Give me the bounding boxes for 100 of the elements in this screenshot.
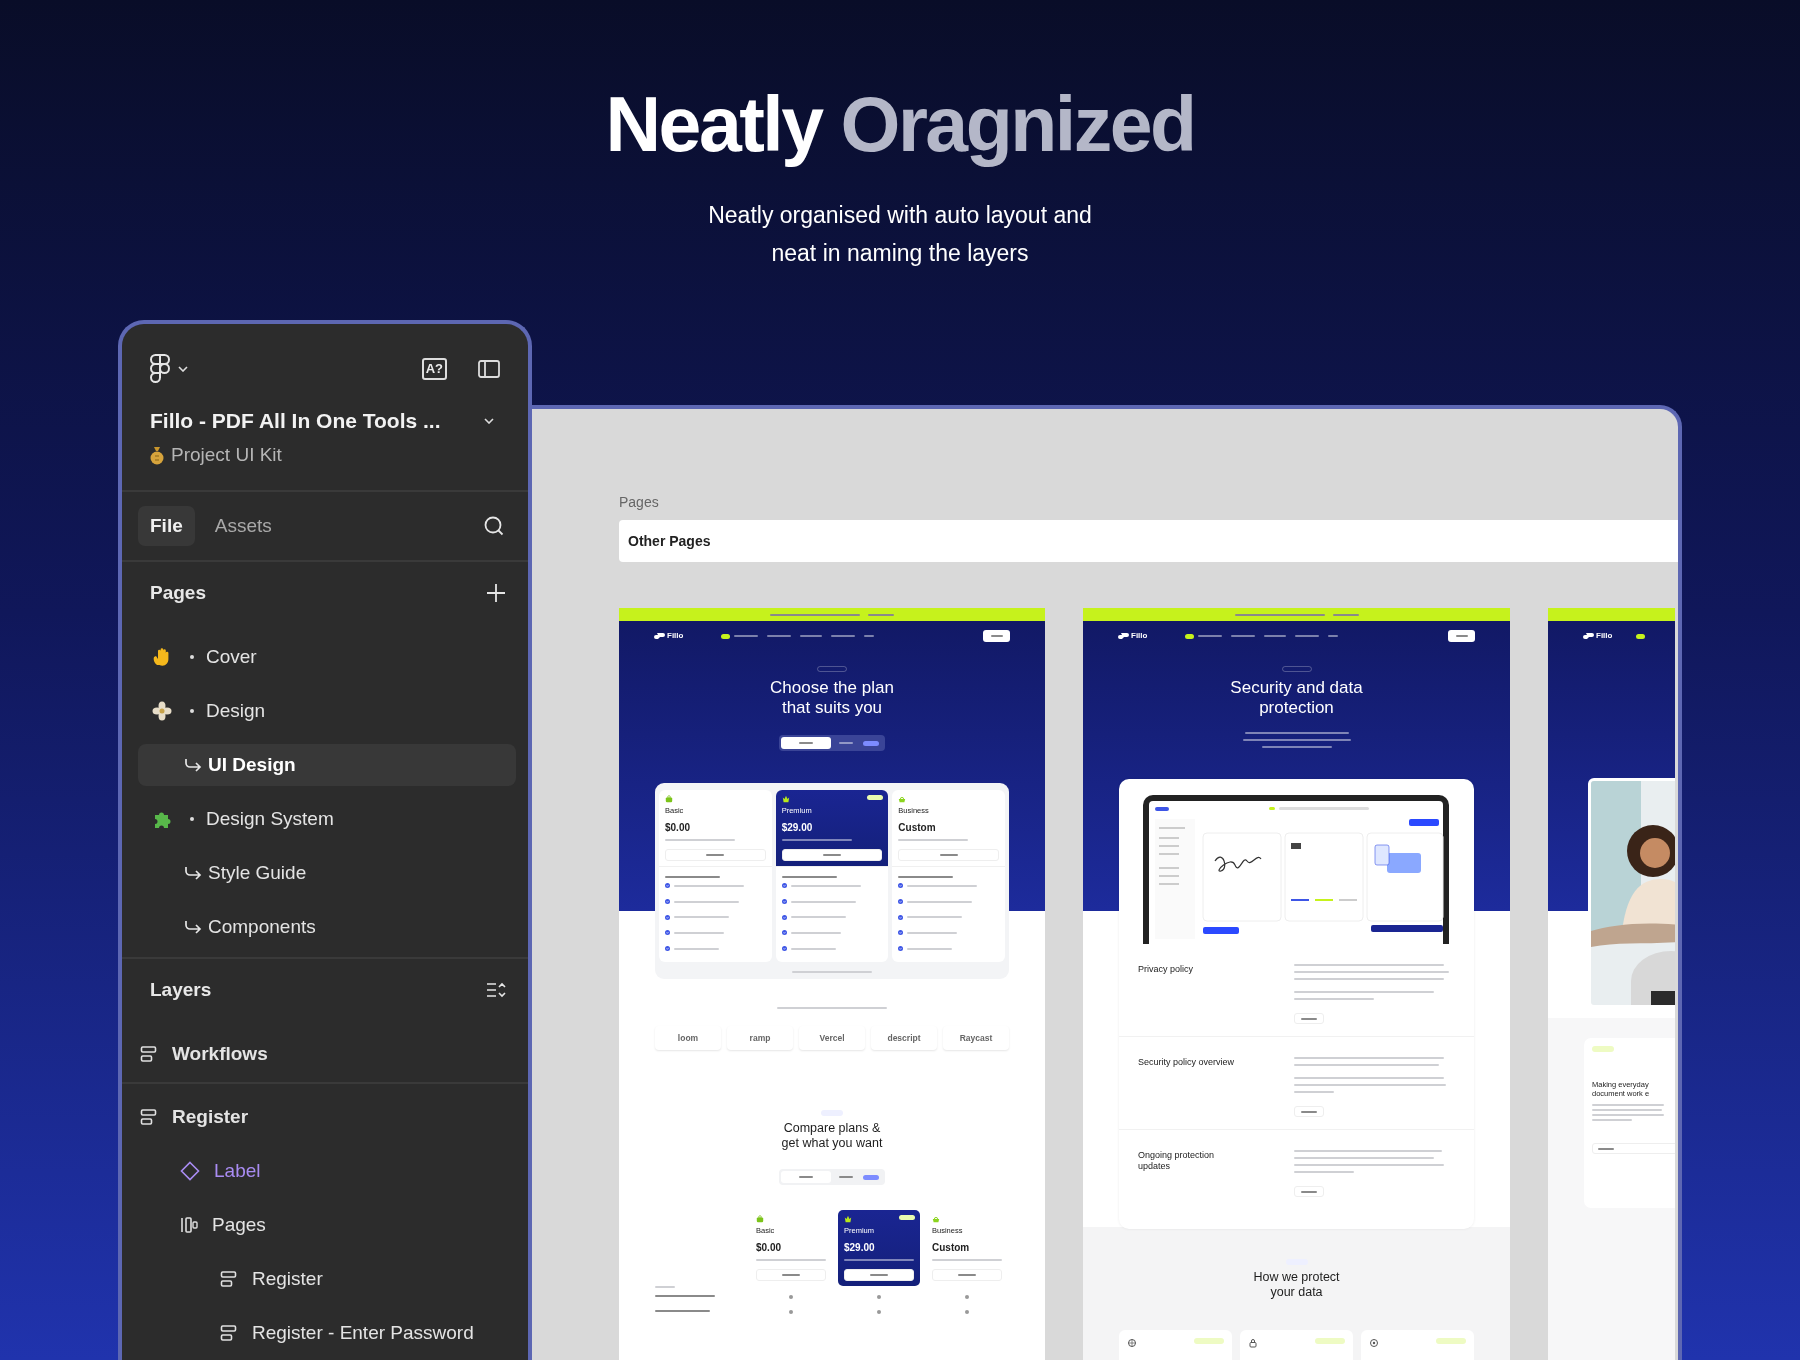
text-line: [665, 876, 720, 878]
text-line: [800, 635, 823, 637]
dot-icon: [190, 709, 194, 713]
layer-item[interactable]: Pages: [138, 1204, 516, 1246]
file-title: Fillo - PDF All In One Tools ...: [150, 408, 441, 434]
layer-item[interactable]: Label: [138, 1150, 516, 1192]
brand-name: Fillo: [1596, 630, 1613, 642]
text-line: [799, 742, 813, 744]
money-bag-icon: [150, 445, 164, 465]
check-icon: [781, 946, 787, 952]
ai-button[interactable]: A?: [421, 358, 447, 380]
plan-button[interactable]: [781, 849, 883, 861]
panel-tab[interactable]: Assets: [202, 506, 284, 546]
flower-icon: [152, 701, 172, 721]
page-item[interactable]: Style Guide: [138, 852, 516, 894]
included-dot: [877, 1309, 881, 1314]
text-line: [655, 1309, 710, 1312]
read-more-button[interactable]: [1294, 1013, 1324, 1024]
new-badge: [1185, 633, 1195, 639]
plan-icon: [898, 795, 907, 803]
plan-price: $0.00: [756, 1241, 783, 1256]
plan-button[interactable]: [844, 1269, 914, 1282]
plan-price: Custom: [898, 821, 937, 835]
text-line: [1301, 1017, 1317, 1020]
section-title: Pages: [150, 580, 206, 605]
page-item[interactable]: UI Design: [138, 744, 516, 786]
read-more-button[interactable]: [1294, 1186, 1324, 1197]
panel-tab[interactable]: File: [138, 506, 195, 546]
page-heading: protection: [1259, 698, 1334, 718]
layer-item[interactable]: Register: [138, 1258, 516, 1300]
page-item[interactable]: Cover: [138, 636, 516, 678]
return-arrow-icon: [184, 866, 202, 880]
text-line: [1332, 613, 1359, 616]
plan-icon: [756, 1215, 764, 1224]
billing-toggle[interactable]: [779, 1169, 885, 1186]
text-line: [781, 839, 852, 841]
layer-item[interactable]: Register - Enter Password: [138, 1312, 516, 1354]
dot-icon: [190, 817, 194, 821]
page-item[interactable]: Components: [138, 906, 516, 948]
toggle-option[interactable]: [781, 737, 831, 749]
text-line: [1295, 635, 1320, 637]
text-line: [958, 1274, 976, 1277]
text-line: [674, 916, 729, 919]
text-line: [844, 1259, 914, 1262]
page-item[interactable]: Design: [138, 690, 516, 732]
text-line: [898, 839, 969, 841]
check-icon: [898, 914, 904, 920]
layer-item[interactable]: Workflows: [138, 1033, 516, 1075]
text-line: [767, 635, 792, 637]
text-line: [990, 635, 1003, 637]
text-line: [1455, 635, 1468, 637]
page-name-field[interactable]: Other Pages: [619, 520, 1678, 562]
text-line: [1198, 635, 1223, 637]
new-badge: [721, 633, 731, 639]
subtitle-line: Neatly organised with auto layout and: [708, 201, 1092, 230]
section-badge: [1592, 1046, 1614, 1052]
text-line: [839, 1176, 853, 1179]
brand-name: Fillo: [1131, 630, 1148, 642]
check-icon: [665, 914, 670, 920]
text-line: [870, 1274, 888, 1277]
text-line: [790, 884, 861, 887]
stack-icon: [180, 1216, 198, 1234]
text-line: [674, 931, 724, 934]
read-more-button[interactable]: [1294, 1106, 1324, 1117]
sign-up-button[interactable]: [983, 630, 1010, 642]
new-badge: [1636, 633, 1646, 639]
popular-badge: [867, 795, 884, 800]
text-line: [655, 1294, 715, 1297]
feature-tag: [1194, 1338, 1224, 1344]
policy-title: Ongoing protection updates: [1138, 1150, 1216, 1172]
layer-item[interactable]: Register: [138, 1096, 516, 1138]
text-line: [1592, 1109, 1662, 1111]
text-line: [781, 876, 837, 878]
text-line: [939, 854, 958, 856]
section-heading: get what you want: [781, 1136, 883, 1152]
text-line: [756, 1259, 826, 1262]
company-logo: loom: [655, 1026, 721, 1051]
feature-icon: [1127, 1338, 1137, 1348]
chevron-down-icon: [484, 418, 494, 424]
text-line: [831, 635, 856, 637]
text-line: [1592, 1119, 1632, 1121]
section-heading: How we protect: [1253, 1270, 1340, 1285]
text-line: [1294, 1171, 1354, 1173]
text-line: [790, 916, 846, 919]
page-heading: that suits you: [781, 698, 883, 718]
billing-toggle[interactable]: [779, 735, 885, 751]
check-icon: [665, 899, 670, 905]
check-icon: [781, 883, 787, 889]
text-line: [1261, 746, 1332, 748]
sign-up-button[interactable]: [1448, 630, 1475, 642]
company-logo: Raycast: [943, 1026, 1009, 1051]
heading-word: Neatly: [605, 81, 822, 167]
company-logo: Vercel: [799, 1026, 865, 1051]
text-line: [907, 931, 958, 934]
page-item[interactable]: Design System: [138, 798, 516, 840]
toggle-option[interactable]: [781, 1171, 831, 1184]
included-dot: [789, 1309, 793, 1314]
logo-icon: [1583, 632, 1594, 640]
text-line: [706, 854, 725, 856]
check-icon: [665, 930, 670, 936]
